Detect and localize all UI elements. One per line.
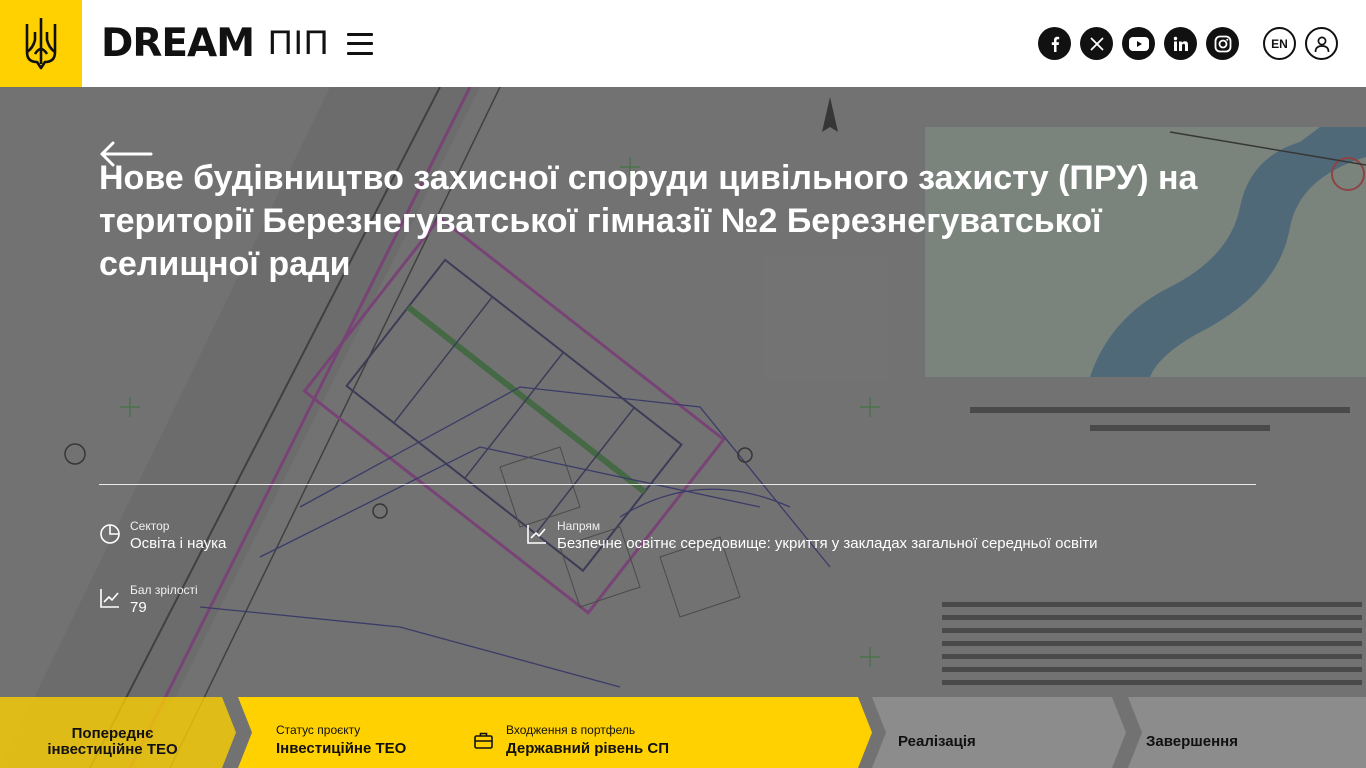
- tryzub-icon: [25, 17, 57, 69]
- maturity-value: 79: [130, 599, 147, 616]
- user-icon: [1314, 36, 1329, 52]
- youtube-icon[interactable]: [1122, 27, 1155, 60]
- social-links: [1038, 27, 1239, 60]
- direction-label: Напрям: [557, 519, 601, 533]
- brand-subtitle[interactable]: ПІП: [268, 24, 329, 63]
- direction-value: Безпечне освітнє середовище: укриття у з…: [557, 535, 1098, 552]
- portfolio-entry-value: Державний рівень СП: [506, 740, 669, 757]
- brand-logo-text[interactable]: DREAM: [101, 21, 255, 66]
- burger-line: [347, 42, 374, 45]
- stage-pre-feasibility[interactable]: Попереднє інвестиційне ТЕО: [30, 726, 195, 758]
- sector-label: Сектор: [130, 519, 170, 533]
- language-switch-button[interactable]: EN: [1263, 27, 1296, 60]
- project-status-label: Статус проєкту: [276, 723, 361, 737]
- trend-chart-icon: [100, 589, 119, 608]
- coat-of-arms-logo[interactable]: [0, 0, 82, 87]
- portfolio-entry-label: Входження в портфель: [506, 723, 636, 737]
- content-divider: [99, 484, 1256, 485]
- stage-completion[interactable]: Завершення: [1146, 734, 1238, 750]
- briefcase-icon: [474, 732, 493, 749]
- project-title: Нове будівництво захисної споруди цивіль…: [99, 159, 1198, 283]
- project-status-value: Інвестиційне ТЕО: [276, 740, 407, 757]
- linkedin-icon[interactable]: [1164, 27, 1197, 60]
- trend-chart-icon: [527, 525, 546, 544]
- site-header: DREAM ПІП EN: [0, 0, 1366, 87]
- instagram-icon[interactable]: [1206, 27, 1239, 60]
- portfolio-entry: Входження в портфель Державний рівень СП: [506, 723, 669, 757]
- burger-line: [347, 32, 374, 36]
- sector-value: Освіта і наука: [130, 535, 227, 552]
- user-account-button[interactable]: [1305, 27, 1338, 60]
- x-icon[interactable]: [1080, 27, 1113, 60]
- project-status: Статус проєкту Інвестиційне ТЕО: [276, 723, 406, 757]
- project-stages-bar: Попереднє інвестиційне ТЕО Статус проєкт…: [0, 697, 1366, 768]
- menu-burger-button[interactable]: [347, 32, 374, 55]
- stage-realization[interactable]: Реалізація: [898, 734, 976, 750]
- pie-chart-icon: [100, 524, 120, 544]
- burger-line: [347, 51, 374, 55]
- facebook-icon[interactable]: [1038, 27, 1071, 60]
- maturity-label: Бал зрілості: [130, 583, 198, 597]
